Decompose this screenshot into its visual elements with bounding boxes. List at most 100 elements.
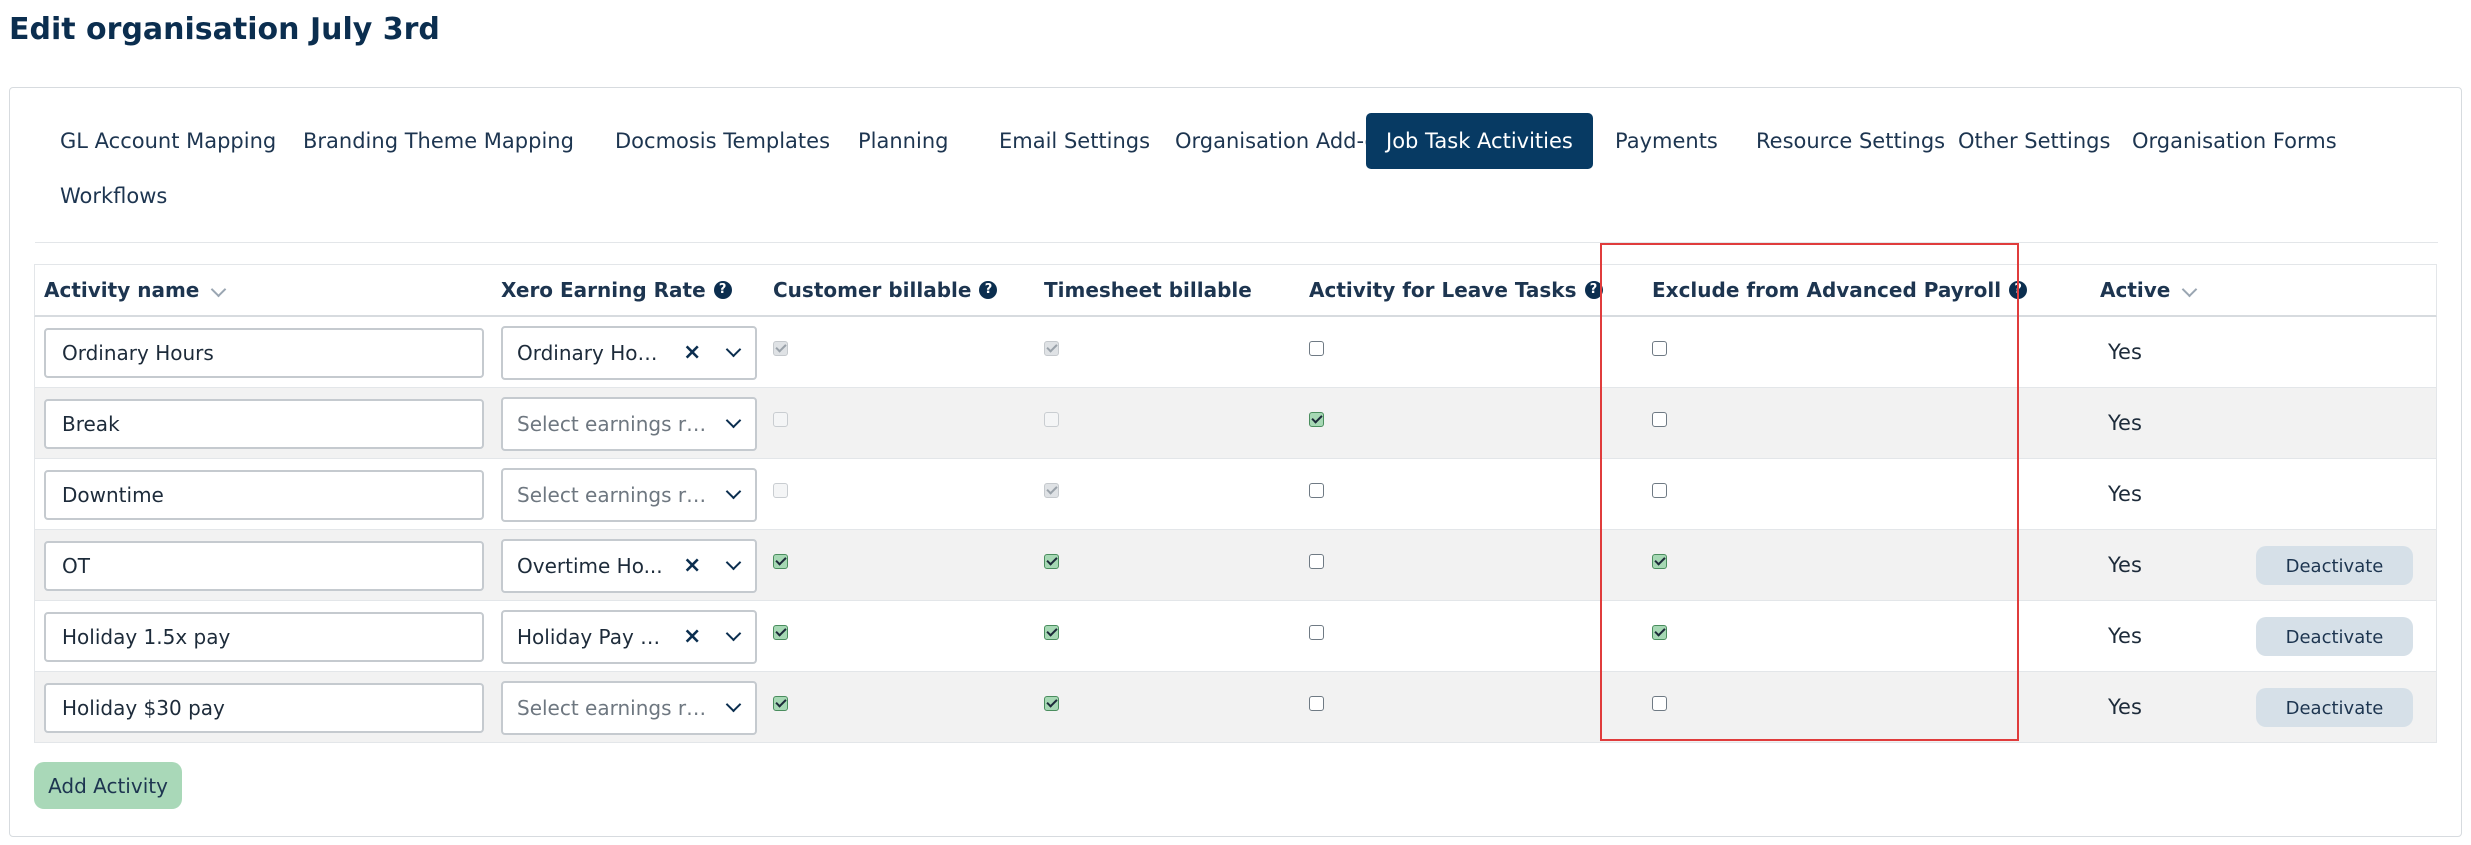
tab-workflows[interactable]: Workflows [40, 168, 187, 224]
header-exclude-payroll-label: Exclude from Advanced Payroll [1652, 278, 2002, 302]
chevron-down-icon[interactable] [725, 412, 742, 429]
help-icon[interactable]: ? [979, 281, 998, 299]
timesheet-billable-checkbox [1044, 483, 1059, 498]
header-active-label: Active [2100, 278, 2171, 302]
tab-resource-settings[interactable]: Resource Settings [1736, 113, 1965, 169]
clear-icon[interactable]: × [683, 541, 701, 591]
customer-billable-checkbox[interactable] [773, 554, 788, 569]
header-exclude-payroll: Exclude from Advanced Payroll? [1652, 265, 2028, 316]
page: Edit organisation July 3rd GL Account Ma… [0, 0, 2471, 845]
tab-branding-theme-mapping[interactable]: Branding Theme Mapping [283, 113, 594, 169]
customer-billable-checkbox [773, 483, 788, 498]
active-status: Yes [2108, 482, 2142, 506]
leave-task-checkbox[interactable] [1309, 412, 1324, 427]
customer-billable-checkbox [773, 341, 788, 356]
earning-rate-select[interactable]: Holiday Pay 1... × [501, 610, 757, 664]
tab-job-task-activities[interactable]: Job Task Activities [1366, 113, 1593, 169]
active-status: Yes [2108, 695, 2142, 719]
customer-billable-checkbox[interactable] [773, 625, 788, 640]
header-customer-billable-label: Customer billable [773, 278, 972, 302]
activity-name-input[interactable] [44, 399, 484, 449]
tab-payments[interactable]: Payments [1595, 113, 1738, 169]
chevron-down-icon[interactable] [725, 696, 742, 713]
earning-rate-value: Overtime Ho... [517, 554, 663, 578]
earning-rate-placeholder: Select earnings rate [517, 696, 717, 720]
sort-chevron-icon[interactable] [211, 281, 227, 297]
earning-rate-select[interactable]: Overtime Ho... × [501, 539, 757, 593]
earning-rate-select[interactable]: Select earnings rate [501, 397, 757, 451]
leave-task-checkbox[interactable] [1309, 554, 1324, 569]
timesheet-billable-checkbox[interactable] [1044, 696, 1059, 711]
header-activity-name[interactable]: Activity name [44, 265, 227, 316]
exclude-payroll-checkbox[interactable] [1652, 341, 1667, 356]
earning-rate-select[interactable]: Select earnings rate [501, 468, 757, 522]
add-activity-button[interactable]: Add Activity [34, 762, 182, 809]
customer-billable-checkbox [773, 412, 788, 427]
header-customer-billable: Customer billable? [773, 265, 998, 316]
exclude-payroll-checkbox[interactable] [1652, 554, 1667, 569]
active-status: Yes [2108, 553, 2142, 577]
chevron-down-icon[interactable] [725, 483, 742, 500]
chevron-down-icon[interactable] [725, 554, 742, 571]
timesheet-billable-checkbox[interactable] [1044, 554, 1059, 569]
table-row: Ordinary Hours × Yes [34, 317, 2437, 388]
tab-email-settings[interactable]: Email Settings [979, 113, 1170, 169]
leave-task-checkbox[interactable] [1309, 483, 1324, 498]
exclude-payroll-checkbox[interactable] [1652, 412, 1667, 427]
earning-rate-value: Ordinary Hours [517, 341, 667, 365]
activity-name-input[interactable] [44, 328, 484, 378]
activity-name-input[interactable] [44, 683, 484, 733]
exclude-payroll-checkbox[interactable] [1652, 625, 1667, 640]
leave-task-checkbox[interactable] [1309, 696, 1324, 711]
sort-chevron-icon[interactable] [2182, 281, 2198, 297]
tab-other-settings[interactable]: Other Settings [1938, 113, 2130, 169]
help-icon[interactable]: ? [713, 281, 732, 299]
table-row: Select earnings rate Yes Deactivate [34, 672, 2437, 743]
activity-name-input[interactable] [44, 541, 484, 591]
active-status: Yes [2108, 411, 2142, 435]
table-body: Ordinary Hours × Yes Select earnings rate Ye… [34, 317, 2437, 743]
header-active[interactable]: Active [2100, 265, 2198, 316]
tab-organisation-forms[interactable]: Organisation Forms [2112, 113, 2357, 169]
timesheet-billable-checkbox [1044, 412, 1059, 427]
deactivate-button[interactable]: Deactivate [2256, 546, 2413, 585]
page-title: Edit organisation July 3rd [9, 12, 440, 47]
earning-rate-placeholder: Select earnings rate [517, 483, 717, 507]
leave-task-checkbox[interactable] [1309, 625, 1324, 640]
header-earning-rate-label: Xero Earning Rate [501, 278, 706, 302]
help-icon[interactable]: ? [2009, 281, 2028, 299]
active-status: Yes [2108, 340, 2142, 364]
earning-rate-select[interactable]: Select earnings rate [501, 681, 757, 735]
chevron-down-icon[interactable] [725, 625, 742, 642]
table-row: Overtime Ho... × Yes Deactivate [34, 530, 2437, 601]
tab-docmosis-templates[interactable]: Docmosis Templates [595, 113, 850, 169]
tab-planning[interactable]: Planning [838, 113, 968, 169]
header-leave-tasks-label: Activity for Leave Tasks [1309, 278, 1577, 302]
table-row: Select earnings rate Yes [34, 388, 2437, 459]
header-leave-tasks: Activity for Leave Tasks? [1309, 265, 1603, 316]
exclude-payroll-checkbox[interactable] [1652, 696, 1667, 711]
timesheet-billable-checkbox [1044, 341, 1059, 356]
chevron-down-icon[interactable] [725, 341, 742, 358]
earning-rate-select[interactable]: Ordinary Hours × [501, 326, 757, 380]
activities-table: Activity name Xero Earning Rate? Custome… [34, 264, 2437, 743]
active-status: Yes [2108, 624, 2142, 648]
tab-gl-account-mapping[interactable]: GL Account Mapping [40, 113, 296, 169]
activity-name-input[interactable] [44, 612, 484, 662]
timesheet-billable-checkbox[interactable] [1044, 625, 1059, 640]
earning-rate-value: Holiday Pay 1... [517, 625, 667, 649]
clear-icon[interactable]: × [683, 612, 701, 662]
header-earning-rate: Xero Earning Rate? [501, 265, 732, 316]
help-icon[interactable]: ? [1584, 281, 1603, 299]
activity-name-input[interactable] [44, 470, 484, 520]
exclude-payroll-checkbox[interactable] [1652, 483, 1667, 498]
deactivate-button[interactable]: Deactivate [2256, 617, 2413, 656]
customer-billable-checkbox[interactable] [773, 696, 788, 711]
tabs-divider [35, 242, 2438, 243]
table-row: Holiday Pay 1... × Yes Deactivate [34, 601, 2437, 672]
clear-icon[interactable]: × [683, 328, 701, 378]
deactivate-button[interactable]: Deactivate [2256, 688, 2413, 727]
leave-task-checkbox[interactable] [1309, 341, 1324, 356]
header-timesheet-billable: Timesheet billable [1044, 278, 1252, 302]
table-row: Select earnings rate Yes [34, 459, 2437, 530]
